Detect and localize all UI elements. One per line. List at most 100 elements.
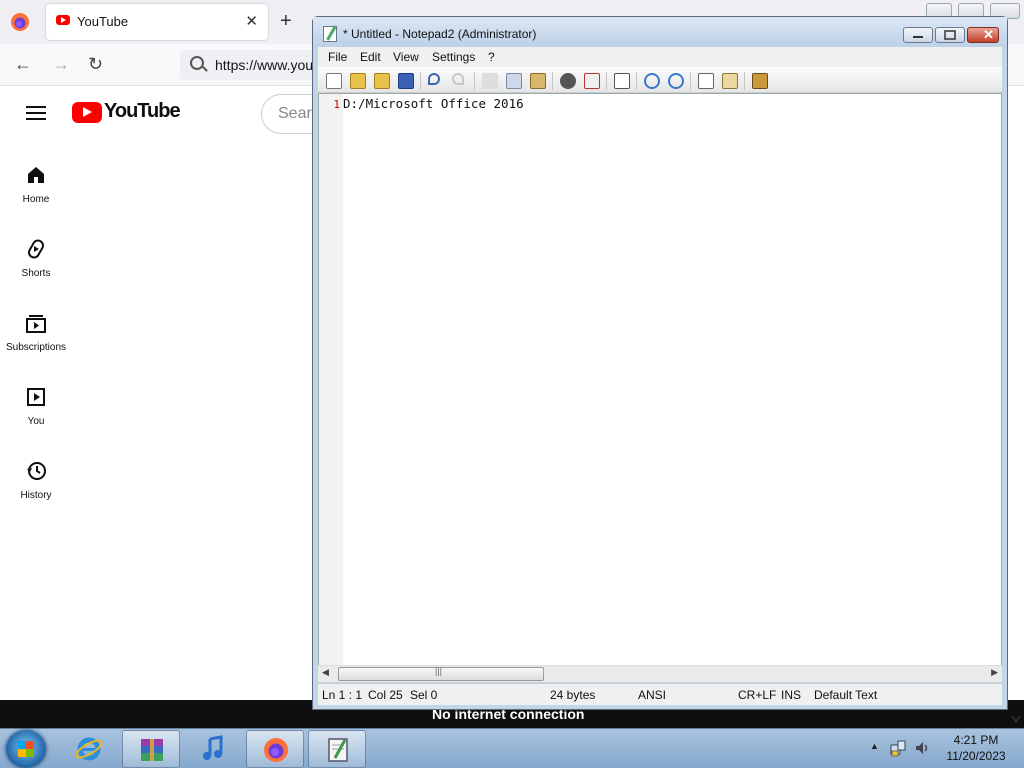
youtube-favicon-icon bbox=[56, 15, 70, 25]
new-tab-button[interactable]: + bbox=[280, 10, 292, 32]
home-icon bbox=[25, 164, 47, 186]
open-folder-icon[interactable] bbox=[350, 73, 366, 89]
reload-button[interactable]: ↻ bbox=[88, 54, 103, 75]
taskbar-itunes[interactable] bbox=[184, 730, 242, 768]
sidebar-item-shorts[interactable]: Shorts bbox=[0, 238, 72, 279]
zoom-out-icon[interactable] bbox=[668, 73, 684, 89]
start-button[interactable] bbox=[6, 730, 46, 768]
copy-icon[interactable] bbox=[506, 73, 522, 89]
close-button[interactable]: ✕ bbox=[967, 27, 999, 43]
notepad-title-bar[interactable]: * Untitled - Notepad2 (Administrator) ✕ bbox=[313, 17, 1007, 49]
firefox-icon bbox=[262, 736, 290, 764]
clock-date: 11/20/2023 bbox=[946, 749, 1006, 763]
internet-explorer-icon bbox=[75, 735, 103, 763]
word-wrap-icon[interactable] bbox=[614, 73, 630, 89]
new-file-icon[interactable] bbox=[326, 73, 342, 89]
toolbar-separator bbox=[636, 72, 637, 90]
search-icon bbox=[190, 56, 204, 70]
maximize-button[interactable] bbox=[935, 27, 965, 43]
show-hidden-icons-icon[interactable]: ▲ bbox=[870, 741, 879, 751]
status-encoding: ANSI bbox=[638, 688, 667, 702]
sidebar-item-label: Home bbox=[22, 194, 50, 205]
notepad-window-title: * Untitled - Notepad2 (Administrator) bbox=[343, 27, 537, 41]
status-line-endings: CR+LF bbox=[738, 688, 777, 702]
page-scrollbar[interactable] bbox=[1008, 700, 1024, 728]
status-size: 24 bytes bbox=[550, 688, 596, 702]
itunes-icon bbox=[199, 735, 227, 763]
status-scheme: Default Text bbox=[814, 688, 878, 702]
paste-icon[interactable] bbox=[530, 73, 546, 89]
firefox-icon[interactable] bbox=[8, 10, 32, 34]
sidebar-item-label: History bbox=[20, 490, 52, 501]
taskbar: ▲ 4:21 PM 11/20/2023 bbox=[0, 728, 1024, 768]
tab-close-button[interactable]: ✕ bbox=[245, 12, 258, 30]
status-mode: INS bbox=[781, 688, 802, 702]
find-icon[interactable] bbox=[560, 73, 576, 89]
sidebar-item-label: Shorts bbox=[21, 268, 51, 279]
menu-help[interactable]: ? bbox=[488, 50, 495, 64]
editor-text-line[interactable]: D:/Microsoft Office 2016 bbox=[343, 96, 524, 111]
status-position: Ln 1 : 1 bbox=[322, 688, 363, 702]
network-icon[interactable] bbox=[890, 739, 906, 757]
toolbar-separator bbox=[744, 72, 745, 90]
line-number: 1 bbox=[333, 98, 340, 111]
clock[interactable]: 4:21 PM 11/20/2023 bbox=[944, 732, 1008, 764]
youtube-logo-icon[interactable] bbox=[72, 102, 102, 123]
cut-icon[interactable] bbox=[482, 73, 498, 89]
forward-button[interactable]: → bbox=[52, 54, 70, 75]
zoom-in-icon[interactable] bbox=[644, 73, 660, 89]
taskbar-internet-explorer[interactable] bbox=[60, 730, 118, 768]
hamburger-menu-icon[interactable] bbox=[26, 106, 46, 120]
toolbar-separator bbox=[474, 72, 475, 90]
sidebar-item-label: Subscriptions bbox=[5, 342, 67, 353]
text-editor-area[interactable]: 1 D:/Microsoft Office 2016 bbox=[318, 93, 1002, 667]
notepad-app-icon bbox=[323, 26, 337, 42]
menu-settings[interactable]: Settings bbox=[432, 50, 475, 64]
taskbar-firefox[interactable] bbox=[246, 730, 304, 768]
scrollbar-thumb[interactable]: ||| bbox=[338, 666, 544, 681]
toolbar bbox=[318, 67, 1002, 93]
scroll-right-icon[interactable]: ▶ bbox=[991, 667, 998, 678]
horizontal-scrollbar[interactable]: ◀ ||| ▶ bbox=[318, 665, 1002, 682]
menu-file[interactable]: File bbox=[328, 50, 347, 64]
menu-edit[interactable]: Edit bbox=[360, 50, 381, 64]
minimize-button[interactable] bbox=[903, 27, 933, 43]
back-button[interactable]: ← bbox=[14, 54, 32, 75]
scroll-left-icon[interactable]: ◀ bbox=[322, 667, 329, 678]
exit-icon[interactable] bbox=[752, 73, 768, 89]
sidebar-item-history[interactable]: History bbox=[0, 460, 72, 501]
sidebar-item-subscriptions[interactable]: Subscriptions bbox=[0, 312, 72, 353]
tab-youtube[interactable]: YouTube ✕ bbox=[46, 4, 268, 40]
sidebar-item-label: You bbox=[27, 416, 45, 427]
toolbar-separator bbox=[420, 72, 421, 90]
status-selection: Sel 0 bbox=[410, 688, 438, 702]
toolbar-separator bbox=[606, 72, 607, 90]
history-icon bbox=[25, 460, 47, 482]
toolbar-separator bbox=[690, 72, 691, 90]
status-bar: Ln 1 : 1 Col 25 Sel 0 24 bytes ANSI CR+L… bbox=[318, 683, 1002, 705]
clock-time: 4:21 PM bbox=[953, 733, 999, 747]
browse-icon[interactable] bbox=[374, 73, 390, 89]
save-icon[interactable] bbox=[398, 73, 414, 89]
status-column: Col 25 bbox=[368, 688, 403, 702]
you-icon bbox=[25, 386, 47, 408]
menu-view[interactable]: View bbox=[393, 50, 419, 64]
taskbar-winrar[interactable] bbox=[122, 730, 180, 768]
shorts-icon bbox=[25, 238, 47, 260]
sidebar-item-home[interactable]: Home bbox=[0, 164, 72, 205]
tab-title: YouTube bbox=[77, 14, 129, 29]
scheme-icon[interactable] bbox=[698, 73, 714, 89]
customize-scheme-icon[interactable] bbox=[722, 73, 738, 89]
close-icon: ✕ bbox=[983, 27, 994, 42]
notepad2-icon bbox=[324, 736, 352, 764]
sidebar-item-you[interactable]: You bbox=[0, 386, 72, 427]
taskbar-notepad2[interactable] bbox=[308, 730, 366, 768]
grip-icon: ||| bbox=[435, 666, 443, 676]
undo-icon[interactable] bbox=[428, 73, 440, 85]
replace-icon[interactable] bbox=[584, 73, 600, 89]
volume-icon[interactable] bbox=[914, 739, 930, 757]
redo-icon[interactable] bbox=[452, 73, 464, 85]
youtube-logo-text[interactable]: YouTube bbox=[104, 100, 181, 123]
notepad2-window: * Untitled - Notepad2 (Administrator) ✕ … bbox=[312, 16, 1008, 710]
winrar-icon bbox=[138, 736, 166, 764]
